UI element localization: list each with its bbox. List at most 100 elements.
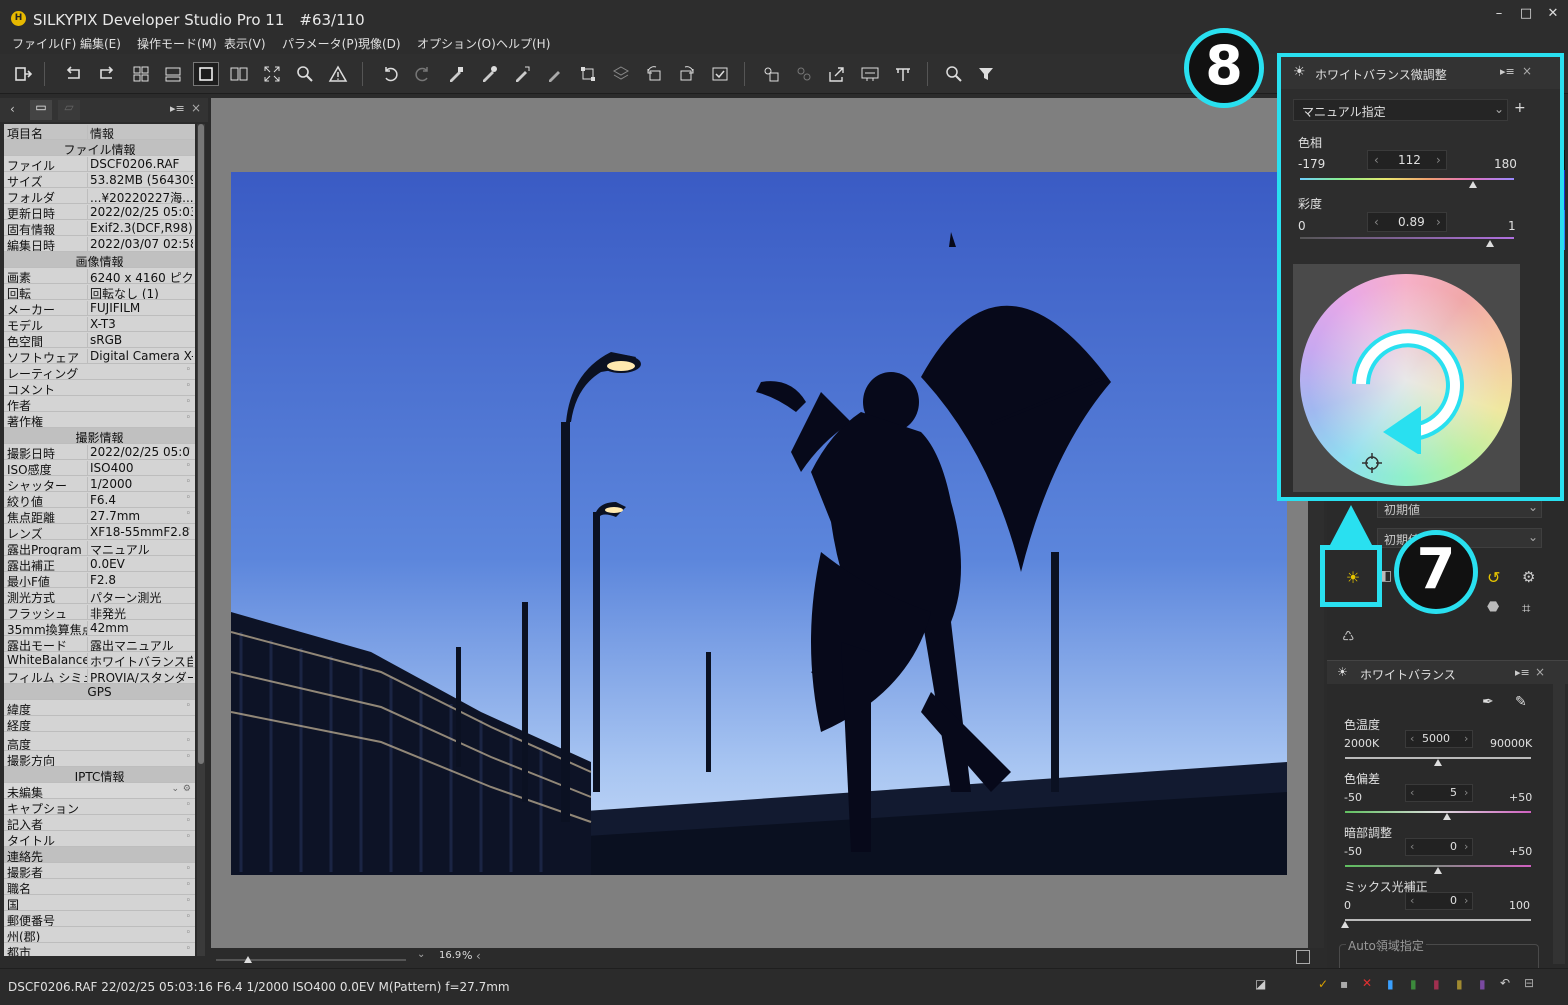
brush-tool-icon[interactable]: ⬣ xyxy=(1487,599,1509,621)
chevron-down-icon[interactable]: ⌄ xyxy=(171,784,179,794)
info-value[interactable]: マニュアル xyxy=(87,541,193,555)
wb-pipette-icon[interactable]: ✒ xyxy=(1482,694,1494,710)
paste-pipette-icon[interactable] xyxy=(476,62,502,86)
thumbnail-view-icon[interactable] xyxy=(128,62,154,86)
info-value[interactable]: ISO400 xyxy=(87,461,193,475)
status-reject-icon[interactable]: ✕ xyxy=(1362,976,1372,990)
iptc-select[interactable]: 未編集 ⌄ ⚙ xyxy=(4,783,195,799)
filter-icon[interactable] xyxy=(973,62,999,86)
close-button[interactable]: ✕ xyxy=(1542,6,1564,24)
hue-slider-knob[interactable] xyxy=(1469,181,1477,188)
wb-fine-close-icon[interactable]: × xyxy=(1522,64,1532,78)
wb-slider-spinbox[interactable]: ‹ 0 › xyxy=(1405,838,1473,856)
status-edit-icon[interactable]: ◪ xyxy=(1255,977,1266,991)
info-value[interactable]: 1/2000 xyxy=(87,477,193,491)
info-value[interactable]: 回転なし (1) xyxy=(87,285,193,299)
panel-back-icon[interactable]: ‹ xyxy=(10,102,15,116)
info-value[interactable]: 2022/03/07 02:58: xyxy=(87,237,193,251)
minimize-button[interactable]: – xyxy=(1488,6,1510,24)
info-value[interactable]: 0.0EV xyxy=(87,557,193,571)
fullscreen-icon[interactable] xyxy=(259,62,285,86)
edit-dot-icon[interactable]: ◦ xyxy=(186,509,191,519)
status-undo-icon[interactable]: ↶ xyxy=(1500,976,1510,990)
edit-dot-icon[interactable]: ◦ xyxy=(186,944,191,954)
info-value[interactable]: パターン測光 xyxy=(87,589,193,603)
undo-icon[interactable] xyxy=(377,62,403,86)
fit-icon[interactable] xyxy=(1296,950,1310,964)
edit-dot-icon[interactable]: ◦ xyxy=(186,445,191,455)
wb-slider-knob[interactable] xyxy=(1434,867,1442,874)
copy-params-icon[interactable] xyxy=(509,62,535,86)
column-item-name[interactable]: 項目名 xyxy=(7,125,87,139)
develop-icon[interactable] xyxy=(758,62,784,86)
folder-tab-icon[interactable]: ▱ xyxy=(58,100,80,120)
edit-dot-icon[interactable]: ◦ xyxy=(186,880,191,890)
menu-mode[interactable]: 操作モード(M) xyxy=(137,35,217,52)
preset-select-1[interactable]: 初期値 ⌄ xyxy=(1377,498,1542,518)
info-scroll-thumb[interactable] xyxy=(198,124,204,764)
wb-add-preset-icon[interactable]: + xyxy=(1514,100,1526,116)
label-yellow-icon[interactable]: ▮ xyxy=(1456,977,1463,991)
control-panel-scrollbar[interactable] xyxy=(1553,664,1565,964)
apply-params-icon[interactable] xyxy=(542,62,568,86)
edit-dot-icon[interactable]: ◦ xyxy=(186,800,191,810)
info-value[interactable]: Exif2.3(DCF,R98) Y xyxy=(87,221,193,235)
edit-dot-icon[interactable]: ◦ xyxy=(186,752,191,762)
panel-close-icon[interactable]: × xyxy=(191,101,201,115)
info-value[interactable]: Digital Camera X-T xyxy=(87,349,193,363)
photo-preview[interactable] xyxy=(231,172,1287,875)
edit-dot-icon[interactable]: ◦ xyxy=(186,413,191,423)
rotate-left-icon[interactable] xyxy=(641,62,667,86)
batch-develop-icon[interactable] xyxy=(791,62,817,86)
saturation-spinbox[interactable]: ‹ 0.89 › xyxy=(1367,212,1447,232)
next-image-icon[interactable] xyxy=(94,62,120,86)
menu-file[interactable]: ファイル(F) xyxy=(12,35,76,52)
taste-pipette-icon[interactable] xyxy=(443,62,469,86)
hue-spinbox[interactable]: ‹ 112 › xyxy=(1367,150,1447,170)
info-tab-icon[interactable]: ▭ xyxy=(30,100,52,120)
maximize-button[interactable]: □ xyxy=(1515,6,1537,24)
crop-tool-icon[interactable]: ⌗ xyxy=(1522,599,1544,621)
info-value[interactable]: F2.8 xyxy=(87,573,193,587)
info-value[interactable]: 2022/02/25 05:0 xyxy=(87,445,193,459)
info-value[interactable]: 53.82MB (5643091 xyxy=(87,173,193,187)
menu-develop[interactable]: 現像(D) xyxy=(358,35,401,52)
zoom-slider-knob[interactable] xyxy=(244,956,252,963)
wheel-crosshair-icon[interactable] xyxy=(1361,452,1383,474)
wb-slider-track[interactable] xyxy=(1345,919,1531,921)
wb-slider-spinbox[interactable]: ‹ 5 › xyxy=(1405,784,1473,802)
edit-dot-icon[interactable]: ◦ xyxy=(186,701,191,711)
tools-icon[interactable] xyxy=(890,62,916,86)
settings-icon[interactable]: ⚙ xyxy=(183,784,191,794)
transform-icon[interactable] xyxy=(575,62,601,86)
wb-slider-track[interactable] xyxy=(1345,811,1531,813)
info-value[interactable]: 6240 x 4160 ピクセル xyxy=(87,269,193,283)
zoom-scroll-left-icon[interactable]: ‹ xyxy=(476,949,481,963)
search-icon[interactable] xyxy=(941,62,967,86)
info-value[interactable]: X-T3 xyxy=(87,317,193,331)
combined-view-icon[interactable] xyxy=(160,62,186,86)
edit-dot-icon[interactable]: ◦ xyxy=(186,912,191,922)
status-lock-icon[interactable]: ⊟ xyxy=(1524,976,1534,990)
wb-slider-spinbox[interactable]: ‹ 0 › xyxy=(1405,892,1473,910)
wb-panel-close-icon[interactable]: × xyxy=(1535,665,1545,679)
recycle-tool-icon[interactable]: ♺ xyxy=(1342,629,1364,651)
menu-option[interactable]: オプション(O) xyxy=(417,35,496,52)
info-value[interactable]: 42mm xyxy=(87,621,193,635)
export-icon[interactable] xyxy=(824,62,850,86)
info-value[interactable]: ...¥20220227海... xyxy=(87,189,193,203)
info-value[interactable]: DSCF0206.RAF xyxy=(87,157,193,171)
zoom-dropdown-icon[interactable]: ⌄ xyxy=(417,949,425,960)
menu-view[interactable]: 表示(V) xyxy=(224,35,266,52)
info-value[interactable]: XF18-55mmF2.8 xyxy=(87,525,193,539)
status-check-icon[interactable]: ✓ xyxy=(1318,977,1328,991)
wb-slider-knob[interactable] xyxy=(1434,759,1442,766)
edit-dot-icon[interactable]: ◦ xyxy=(186,816,191,826)
rotate-right-icon[interactable] xyxy=(674,62,700,86)
wb-slider-knob[interactable] xyxy=(1443,813,1451,820)
info-value[interactable]: PROVIA/スタンダード xyxy=(87,669,193,683)
edit-dot-icon[interactable]: ◦ xyxy=(186,461,191,471)
edit-dot-icon[interactable]: ◦ xyxy=(186,525,191,535)
preview-view-icon[interactable] xyxy=(193,62,219,86)
hue-slider-track[interactable] xyxy=(1300,178,1514,180)
